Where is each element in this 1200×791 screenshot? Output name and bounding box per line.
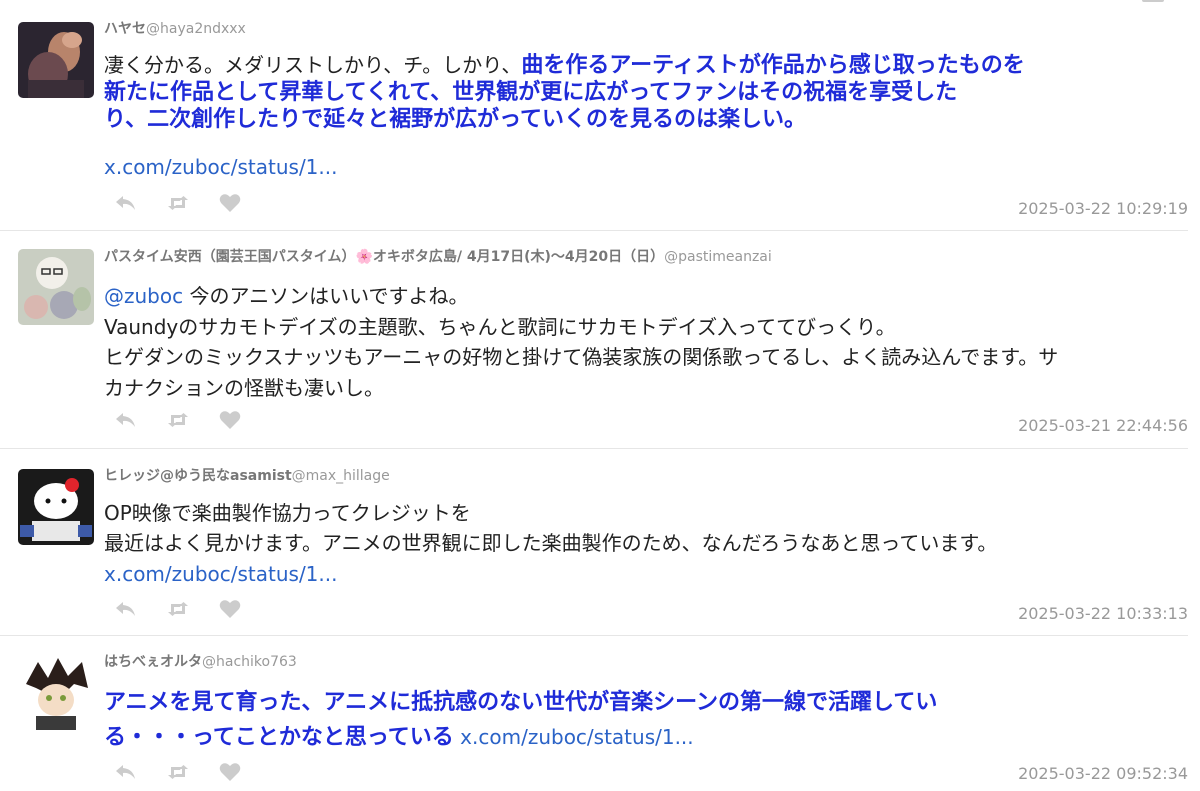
status-link[interactable]: x.com/zuboc/status/1... bbox=[104, 155, 337, 179]
reply-button[interactable] bbox=[112, 760, 140, 784]
tweet-timestamp[interactable]: 2025-03-22 10:29:19 bbox=[1018, 199, 1188, 218]
like-button[interactable] bbox=[216, 760, 244, 784]
display-name[interactable]: パスタイム安西（園芸王国パスタイム）🌸オキボタ広島/ 4月17日(木)〜4月20… bbox=[104, 249, 664, 265]
heart-icon bbox=[219, 194, 241, 212]
tweet-text-highlight: 新たに作品として昇華してくれて、世界観が更に広がってファンはその祝福を享受した bbox=[104, 80, 958, 105]
tweet-text: OP映像で楽曲製作協力ってクレジットを 最近はよく見かけます。アニメの世界観に即… bbox=[104, 498, 1184, 558]
tweet-text: アニメを見て育った、アニメに抵抗感のない世代が音楽シーンの第一線で活躍してい る… bbox=[104, 685, 1184, 755]
avatar[interactable] bbox=[18, 469, 94, 545]
tweet-text: @zuboc 今のアニソンはいいですよね。 Vaundyのサカモトデイズの主題歌… bbox=[104, 281, 1184, 403]
retweet-icon bbox=[168, 196, 188, 210]
reply-icon bbox=[116, 602, 135, 616]
tweet-actions bbox=[112, 191, 244, 215]
tweet-timestamp[interactable]: 2025-03-22 10:33:13 bbox=[1018, 604, 1188, 623]
reply-button[interactable] bbox=[112, 597, 140, 621]
screen-name[interactable]: @hachiko763 bbox=[202, 654, 297, 670]
reply-button[interactable] bbox=[112, 191, 140, 215]
tweet-text-highlight: 曲を作るアーティストが作品から感じ取ったものを bbox=[521, 53, 1025, 78]
mention-link[interactable]: @zuboc bbox=[104, 284, 183, 308]
tweet-text-highlight: アニメを見て育った、アニメに抵抗感のない世代が音楽シーンの第一線で活躍してい bbox=[104, 690, 938, 715]
tweet-header: はちべぇオルタ@hachiko763 bbox=[104, 653, 297, 671]
avatar[interactable] bbox=[18, 654, 94, 730]
display-name[interactable]: ハヤセ bbox=[104, 21, 146, 37]
tweet-text-plain: 凄く分かる。メダリストしかり、チ。しかり、 bbox=[104, 53, 522, 77]
retweet-icon bbox=[168, 413, 188, 427]
retweet-button[interactable] bbox=[164, 597, 192, 621]
screen-name[interactable]: @haya2ndxxx bbox=[146, 21, 246, 37]
tweet-actions bbox=[112, 597, 244, 621]
tweet-text-line: カナクションの怪獣も凄いし。 bbox=[104, 375, 384, 400]
tweet-actions bbox=[112, 408, 244, 432]
tweet-text-line: ヒゲダンのミックスナッツもアーニャの好物と掛けて偽装家族の関係歌ってるし、よく読… bbox=[104, 345, 1059, 369]
tweet-item: ヒレッジ@ゆう民なasamist@max_hillage OP映像で楽曲製作協力… bbox=[0, 449, 1188, 636]
retweet-button[interactable] bbox=[164, 760, 192, 784]
tweet-text-line: 最近はよく見かけます。アニメの世界観に即した楽曲製作のため、なんだろうなあと思っ… bbox=[104, 531, 998, 555]
tweet-item: パスタイム安西（園芸王国パスタイム）🌸オキボタ広島/ 4月17日(木)〜4月20… bbox=[0, 231, 1188, 449]
tweet-item: ハヤセ@haya2ndxxx 凄く分かる。メダリストしかり、チ。しかり、曲を作る… bbox=[0, 0, 1188, 231]
tweet-text-line: OP映像で楽曲製作協力ってクレジットを bbox=[104, 501, 471, 525]
heart-icon bbox=[219, 763, 241, 781]
heart-icon bbox=[219, 600, 241, 618]
screen-name[interactable]: @pastimeanzai bbox=[664, 249, 772, 265]
avatar[interactable] bbox=[18, 249, 94, 325]
tweet-actions bbox=[112, 760, 244, 784]
avatar[interactable] bbox=[18, 22, 94, 98]
tweet-timestamp[interactable]: 2025-03-21 22:44:56 bbox=[1018, 416, 1188, 435]
tweet-text-highlight: る・・・ってことかなと思っている bbox=[104, 725, 454, 750]
like-button[interactable] bbox=[216, 408, 244, 432]
tweet-header: パスタイム安西（園芸王国パスタイム）🌸オキボタ広島/ 4月17日(木)〜4月20… bbox=[104, 248, 772, 266]
like-button[interactable] bbox=[216, 191, 244, 215]
tweet-text-line: Vaundyのサカモトデイズの主題歌、ちゃんと歌詞にサカモトデイズ入っててびっく… bbox=[104, 314, 896, 339]
reply-button[interactable] bbox=[112, 408, 140, 432]
tweet-text: 凄く分かる。メダリストしかり、チ。しかり、曲を作るアーティストが作品から感じ取っ… bbox=[104, 52, 1184, 133]
tweet-text-highlight: り、二次創作したりで延々と裾野が広がっていくのを見るのは楽しい。 bbox=[104, 107, 807, 132]
heart-icon bbox=[219, 411, 241, 429]
display-name[interactable]: ヒレッジ@ゆう民なasamist bbox=[104, 468, 292, 484]
tweet-item: はちべぇオルタ@hachiko763 アニメを見て育った、アニメに抵抗感のない世… bbox=[0, 636, 1188, 791]
display-name[interactable]: はちべぇオルタ bbox=[104, 654, 202, 670]
retweet-icon bbox=[168, 602, 188, 616]
retweet-button[interactable] bbox=[164, 408, 192, 432]
status-link[interactable]: x.com/zuboc/status/1... bbox=[104, 562, 337, 586]
retweet-button[interactable] bbox=[164, 191, 192, 215]
like-button[interactable] bbox=[216, 597, 244, 621]
tweet-text-line: 今のアニソンはいいですよね。 bbox=[183, 284, 469, 308]
tweet-header: ヒレッジ@ゆう民なasamist@max_hillage bbox=[104, 467, 390, 485]
screen-name[interactable]: @max_hillage bbox=[292, 468, 390, 484]
tweet-timestamp[interactable]: 2025-03-22 09:52:34 bbox=[1018, 764, 1188, 783]
tweet-header: ハヤセ@haya2ndxxx bbox=[104, 20, 246, 38]
status-link[interactable]: x.com/zuboc/status/1... bbox=[460, 725, 693, 749]
reply-icon bbox=[116, 413, 135, 427]
tweet-feed: ハヤセ@haya2ndxxx 凄く分かる。メダリストしかり、チ。しかり、曲を作る… bbox=[0, 0, 1200, 791]
retweet-icon bbox=[168, 765, 188, 779]
reply-icon bbox=[116, 196, 135, 210]
reply-icon bbox=[116, 765, 135, 779]
